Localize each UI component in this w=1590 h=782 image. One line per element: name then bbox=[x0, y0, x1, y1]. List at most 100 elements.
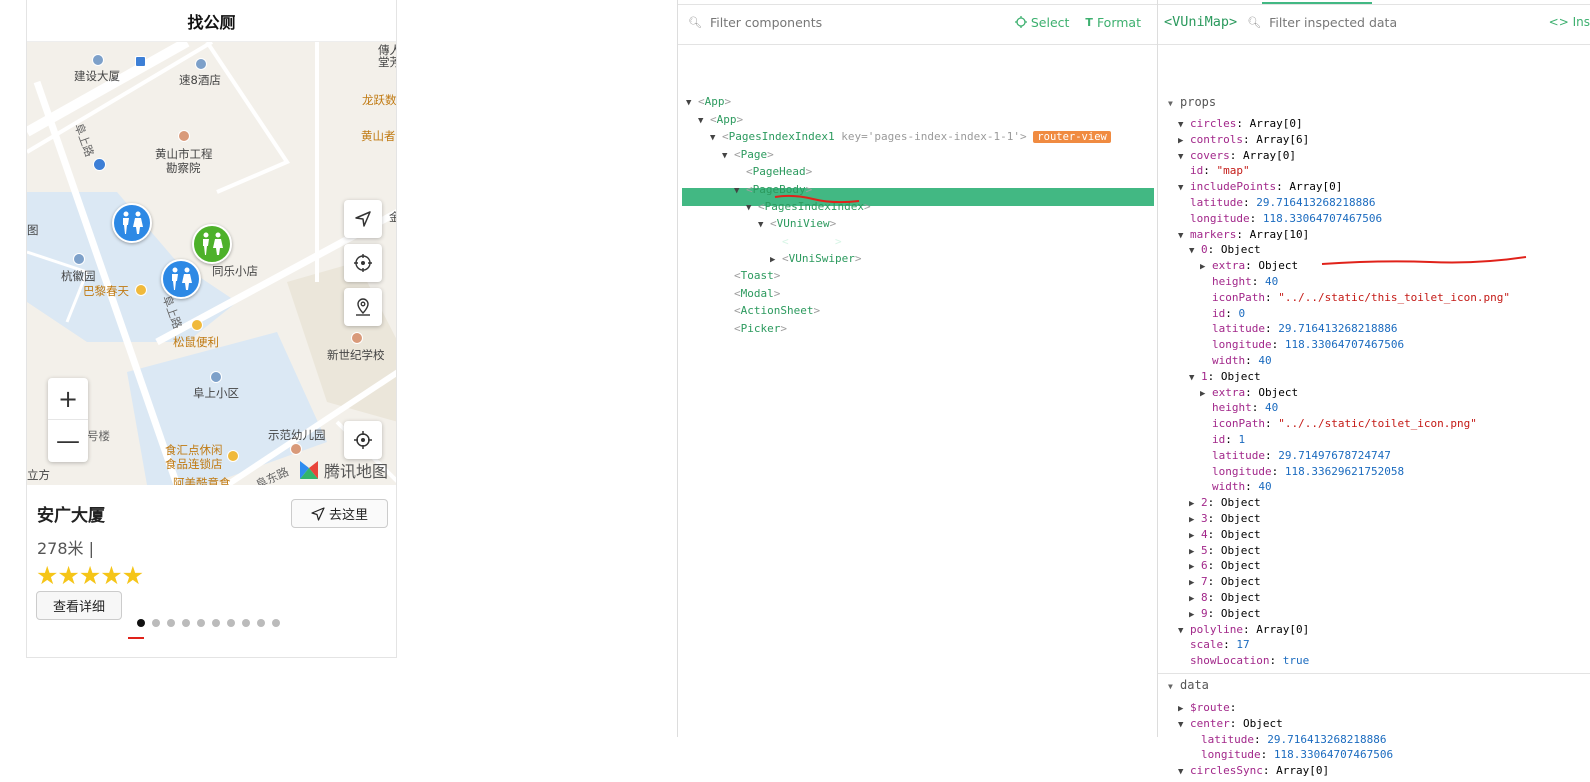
zoom-out-button[interactable]: — bbox=[48, 420, 88, 462]
prop-key: markers bbox=[1190, 227, 1237, 241]
prop-key: polyline bbox=[1190, 622, 1243, 636]
expand-arrow-icon[interactable]: ▼ bbox=[1178, 764, 1190, 782]
prop-key: latitude bbox=[1212, 448, 1265, 462]
prop-value: Object bbox=[1220, 243, 1261, 257]
prop-key: circles bbox=[1190, 117, 1237, 130]
map-pin-icon bbox=[356, 298, 370, 316]
tree-node-modal[interactable]: <Modal> bbox=[722, 285, 780, 303]
map-label: 黄山者 bbox=[361, 129, 396, 143]
prop-value: 40 bbox=[1265, 275, 1279, 288]
prop-value: 118.33064707467506 bbox=[1262, 211, 1383, 225]
prop-value: Object bbox=[1220, 512, 1261, 525]
expand-arrow-icon[interactable]: ▼ bbox=[722, 148, 734, 166]
toilet-marker-icon[interactable] bbox=[112, 203, 152, 243]
prop-key: id bbox=[1212, 433, 1226, 446]
prop-row[interactable]: iconPath: "../../static/this_toilet_icon… bbox=[1200, 289, 1510, 307]
expand-arrow-icon[interactable]: ▼ bbox=[686, 95, 698, 113]
prop-value: 1 bbox=[1238, 433, 1246, 446]
prop-key: width bbox=[1212, 354, 1246, 367]
prop-key: width bbox=[1212, 480, 1246, 494]
pager-dot[interactable] bbox=[242, 619, 250, 627]
prop-row[interactable]: ▼ circlesSync: Array[0] bbox=[1178, 762, 1329, 782]
prop-value: Array[0] bbox=[1243, 148, 1296, 162]
filter-components-input[interactable]: Filter components bbox=[710, 15, 1015, 30]
pager-dot[interactable] bbox=[212, 619, 220, 627]
inspect-dom-button[interactable]: <> Ins bbox=[1549, 15, 1590, 29]
expand-arrow-icon[interactable]: ▼ bbox=[698, 113, 710, 131]
map-label: 食品连锁店 bbox=[165, 457, 223, 471]
prop-key: height bbox=[1212, 275, 1252, 288]
pager-dot[interactable] bbox=[137, 619, 145, 627]
current-toilet-marker-icon[interactable] bbox=[192, 224, 232, 264]
pager-dot[interactable] bbox=[167, 619, 175, 627]
prop-key: latitude bbox=[1212, 322, 1265, 336]
expand-arrow-icon[interactable]: ▼ bbox=[734, 183, 746, 201]
prop-value: 29.716413268218886 bbox=[1256, 196, 1376, 209]
map-label: 速8酒店 bbox=[179, 73, 221, 87]
prop-row[interactable]: showLocation: true bbox=[1178, 652, 1309, 670]
toilet-marker-icon[interactable] bbox=[161, 259, 201, 299]
location-pin-button[interactable] bbox=[344, 288, 382, 326]
prop-key: 4 bbox=[1201, 527, 1208, 541]
tree-node-picker[interactable]: <Picker> bbox=[722, 320, 787, 338]
zoom-in-button[interactable]: + bbox=[48, 378, 88, 420]
tree-node-vunimap[interactable]: <VUniMap> = $vm0 bbox=[770, 233, 888, 251]
pager-dot[interactable] bbox=[227, 619, 235, 627]
view-details-button[interactable]: 查看详细 bbox=[36, 591, 122, 620]
map-label: 杭徽园 bbox=[61, 269, 96, 283]
inspected-component-name: <VUniMap> bbox=[1164, 14, 1238, 30]
tree-node-pagesindexindex1[interactable]: ▼ <PagesIndexIndex1 key='pages-index-inde… bbox=[710, 128, 1111, 148]
shop-poi-icon bbox=[135, 284, 147, 296]
map-view[interactable]: 建设大厦 速8酒店 黄山市工程 勘察院 杭徽园 巴黎春天 同乐小店 松鼠便利 新… bbox=[27, 42, 396, 485]
prop-value: 118.33629621752058 bbox=[1284, 464, 1405, 478]
tree-node-vuniview[interactable]: ▼ <VUniView> bbox=[758, 215, 836, 235]
tag-name: VUniSwiper bbox=[788, 252, 855, 265]
pager-dot[interactable] bbox=[152, 619, 160, 627]
tree-node-vuniswiper[interactable]: ▶ <VUniSwiper> bbox=[770, 250, 861, 270]
go-here-button[interactable]: 去这里 bbox=[291, 499, 388, 528]
pager-dot[interactable] bbox=[197, 619, 205, 627]
router-view-badge: router-view bbox=[1033, 131, 1111, 143]
pager-dot[interactable] bbox=[182, 619, 190, 627]
prop-key: 3 bbox=[1201, 512, 1208, 525]
prop-value: Object bbox=[1220, 575, 1261, 589]
expand-arrow-icon[interactable]: ▼ bbox=[710, 130, 722, 148]
components-panel: 🔍︎ Filter components Select T Format ▼ <A… bbox=[677, 0, 1158, 737]
tree-node-actionsheet[interactable]: <ActionSheet> bbox=[722, 302, 820, 320]
tree-node-pagehead[interactable]: <PageHead> bbox=[734, 163, 812, 181]
prop-key: latitude bbox=[1190, 196, 1243, 209]
map-label: 勘察院 bbox=[166, 161, 201, 175]
section-title: props bbox=[1180, 95, 1217, 109]
prop-key: 2 bbox=[1201, 496, 1208, 510]
tag-name: Toast bbox=[740, 269, 774, 282]
expand-arrow-icon[interactable]: ▼ bbox=[746, 200, 758, 218]
tag-name: ActionSheet bbox=[740, 304, 814, 317]
section-header[interactable]: ▼ props bbox=[1168, 94, 1216, 113]
pager-dot[interactable] bbox=[272, 619, 280, 627]
prop-value: "../../static/toilet_icon.png" bbox=[1278, 417, 1477, 431]
prop-key: longitude bbox=[1190, 211, 1250, 225]
map-label: 建设大厦 bbox=[74, 69, 120, 83]
prop-key: height bbox=[1212, 401, 1252, 415]
select-component-button[interactable]: Select bbox=[1014, 14, 1070, 30]
school-poi-icon bbox=[351, 332, 363, 344]
food-poi-icon bbox=[227, 450, 239, 462]
filter-inspected-input[interactable]: Filter inspected data bbox=[1269, 15, 1549, 30]
prop-value: "map" bbox=[1216, 164, 1250, 178]
map-label: 立方 bbox=[27, 468, 50, 482]
section-header[interactable]: ▼ data bbox=[1168, 677, 1209, 696]
my-location-button[interactable] bbox=[344, 421, 382, 459]
pager-dot[interactable] bbox=[257, 619, 265, 627]
send-arrow-icon bbox=[311, 506, 325, 521]
tree-node-toast[interactable]: <Toast> bbox=[722, 267, 780, 285]
parking-icon bbox=[93, 158, 106, 171]
expand-arrow-icon[interactable]: ▼ bbox=[758, 217, 770, 235]
tree-node-app[interactable]: ▼ <App> bbox=[686, 93, 731, 113]
select-label: Select bbox=[1030, 14, 1070, 30]
center-location-button[interactable] bbox=[344, 244, 382, 282]
navigate-arrow-button[interactable] bbox=[344, 200, 382, 238]
prop-key: longitude bbox=[1212, 338, 1272, 352]
tag-name: App bbox=[716, 113, 737, 126]
map-label: 新世纪学校 bbox=[327, 348, 385, 362]
format-button[interactable]: T Format bbox=[1085, 15, 1141, 30]
